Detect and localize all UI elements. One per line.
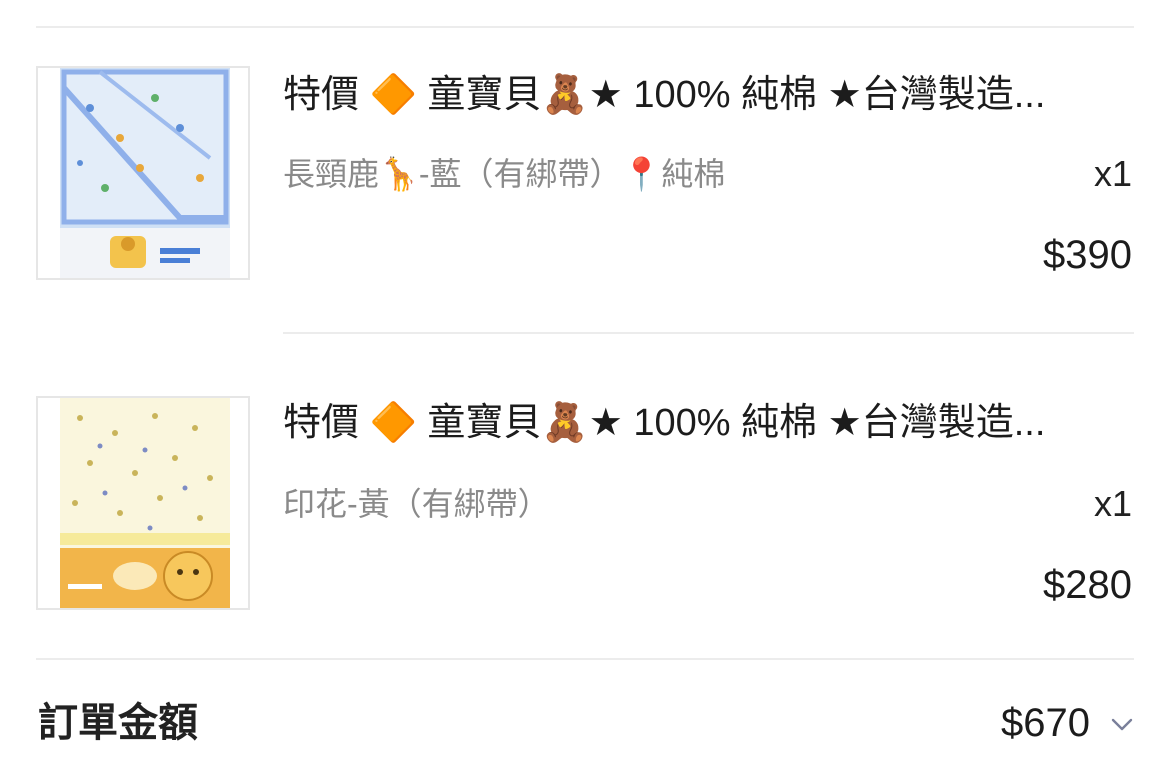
product-title[interactable]: 特價 🔶 童寶貝🧸★ 100% 純棉 ★台灣製造... xyxy=(283,398,1133,448)
order-total-amount[interactable]: $670 xyxy=(1001,697,1090,749)
product-price: $280 xyxy=(1043,563,1132,607)
order-total-label: 訂單金額 xyxy=(38,701,198,745)
item-divider xyxy=(283,332,1134,334)
order-item[interactable]: 特價 🔶 童寶貝🧸★ 100% 純棉 ★台灣製造... 印花-黃（有綁帶） x1… xyxy=(0,0,1170,610)
product-quantity: x1 xyxy=(1093,483,1132,524)
summary-divider xyxy=(36,658,1134,660)
chevron-down-icon[interactable] xyxy=(1110,712,1134,736)
product-thumbnail[interactable] xyxy=(36,396,250,610)
product-variant: 印花-黃（有綁帶） xyxy=(283,486,550,522)
yellow-bear-blanket-image xyxy=(60,398,230,608)
